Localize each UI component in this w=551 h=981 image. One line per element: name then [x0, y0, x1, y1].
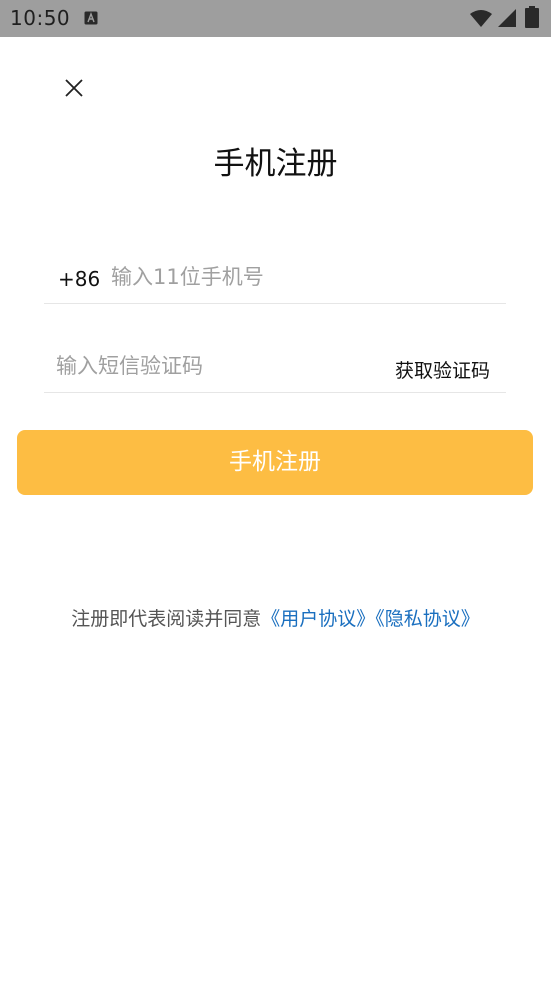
- get-code-button[interactable]: 获取验证码: [395, 356, 490, 383]
- country-code[interactable]: +86: [58, 267, 100, 291]
- code-field-row: 获取验证码: [44, 344, 506, 393]
- status-time: 10:50: [10, 6, 71, 30]
- privacy-policy-link[interactable]: 《隐私协议》: [375, 608, 480, 630]
- phone-input[interactable]: [111, 259, 491, 295]
- wifi-icon: [470, 10, 492, 27]
- signal-icon: [498, 9, 516, 27]
- battery-icon: [525, 6, 539, 28]
- sms-code-input[interactable]: [56, 348, 376, 384]
- register-screen: 10:50 手机注册 +86 获取验证码 手机注册 注册即代表阅读并同意《用户协…: [0, 0, 551, 981]
- user-agreement-link[interactable]: 《用户协议》: [261, 608, 375, 630]
- page-title: 手机注册: [213, 146, 338, 182]
- agreement-prefix: 注册即代表阅读并同意: [71, 608, 262, 630]
- a-notification-icon: [84, 11, 98, 25]
- status-bar: 10:50: [0, 0, 551, 37]
- close-icon[interactable]: [58, 72, 90, 104]
- phone-field-row: +86: [44, 255, 506, 304]
- register-button[interactable]: 手机注册: [17, 430, 533, 495]
- agreement-text: 注册即代表阅读并同意《用户协议》《隐私协议》: [0, 604, 551, 631]
